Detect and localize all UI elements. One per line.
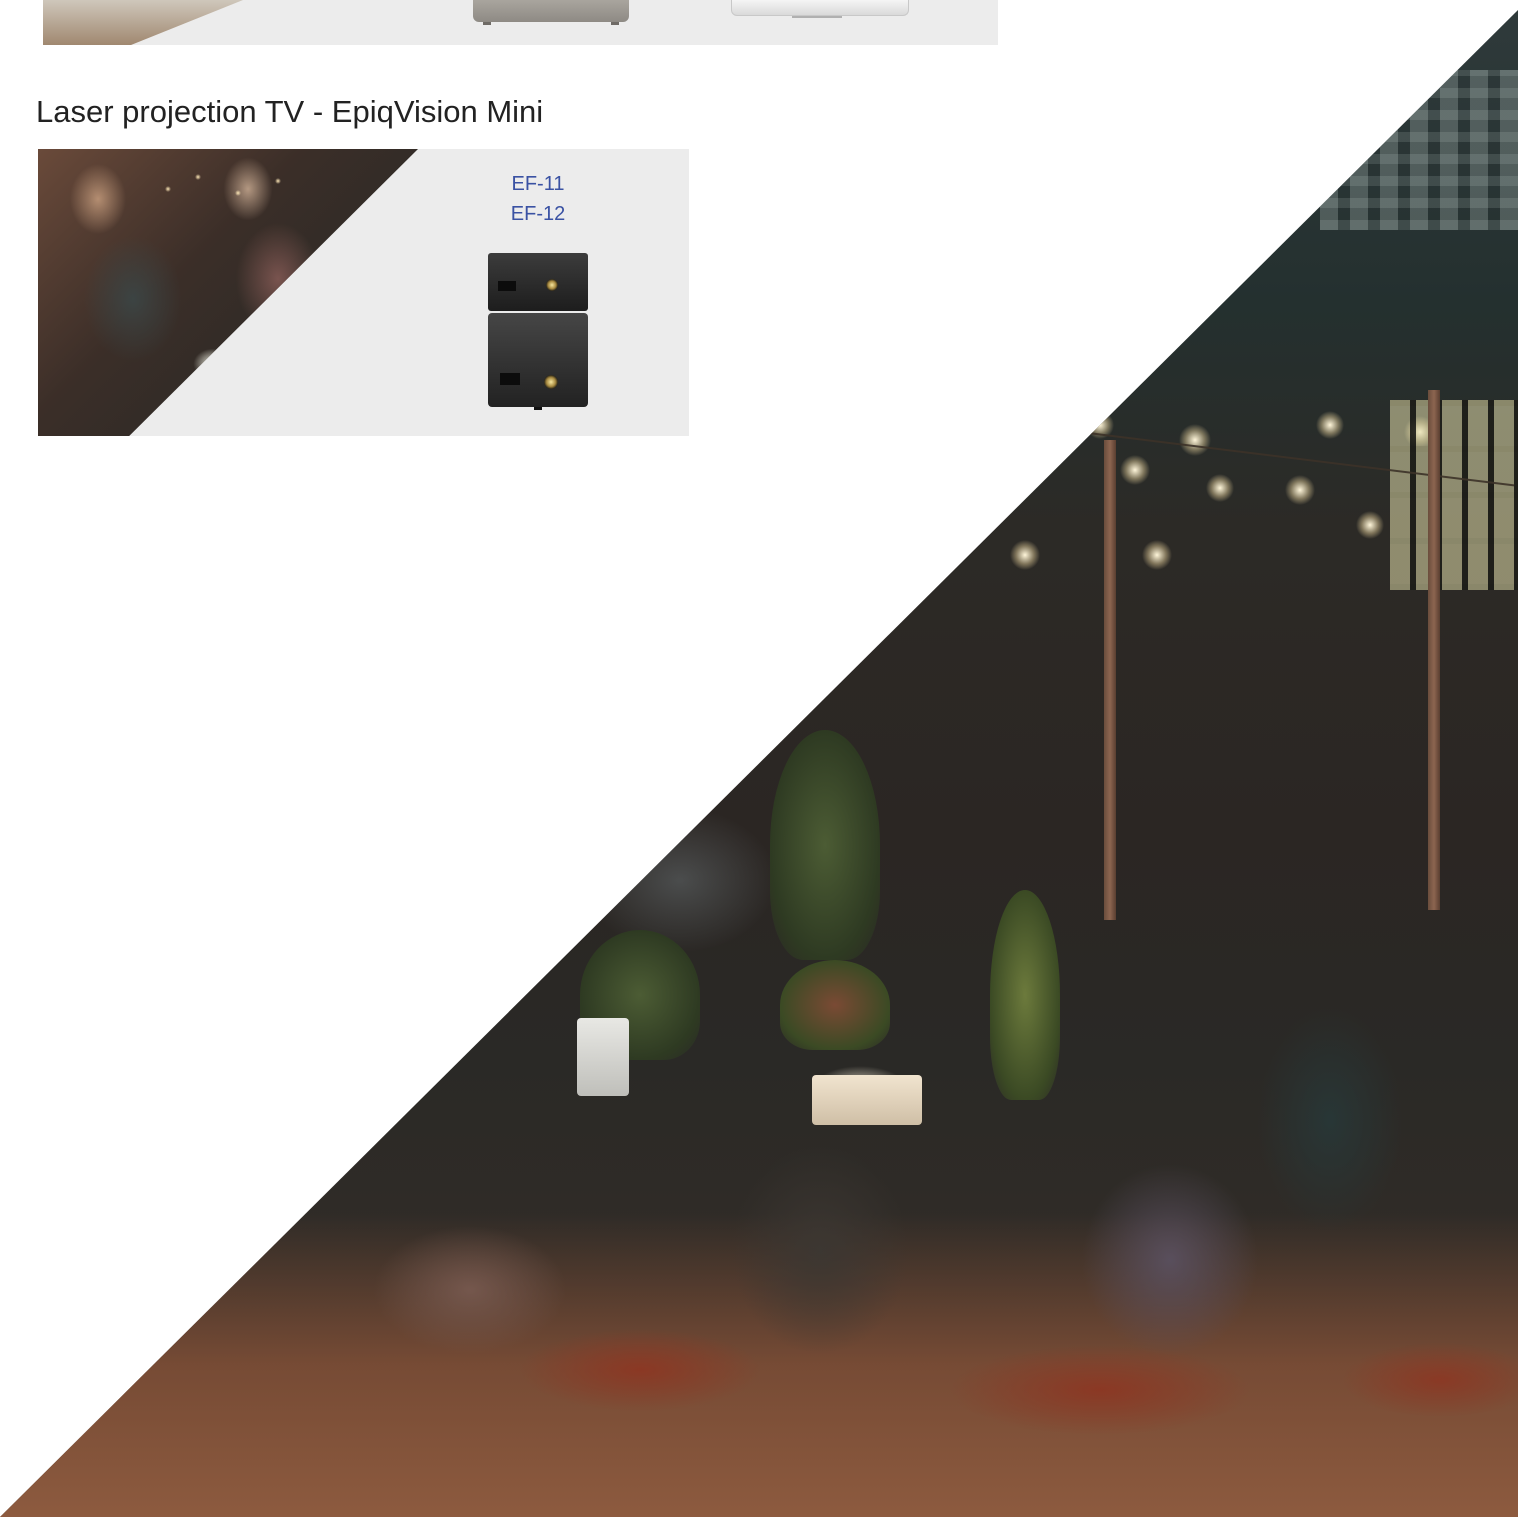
projector-device [812, 1075, 922, 1125]
grey-projector-image[interactable] [473, 0, 629, 25]
projector-lens-icon [544, 375, 558, 389]
lit-windows [1390, 400, 1518, 590]
flower-plant [780, 960, 890, 1050]
projector-lens-icon [546, 279, 558, 291]
potted-plant [770, 730, 880, 960]
wooden-pole [1428, 390, 1440, 910]
section-title: Laser projection TV - EpiqVision Mini [36, 94, 544, 129]
ef-12-projector-image[interactable] [488, 313, 588, 410]
projector-vent [500, 373, 520, 385]
projector-vent [498, 281, 516, 291]
page: Laser projection TV - EpiqVision Mini EF… [0, 0, 1518, 1517]
previous-product-card [43, 0, 998, 45]
epiqvision-mini-card: EF-11 EF-12 [38, 149, 689, 436]
lifestyle-photo [38, 149, 418, 436]
building-windows [1320, 70, 1518, 230]
ef-11-projector-image[interactable] [488, 253, 588, 311]
previous-lifestyle-photo [43, 0, 243, 45]
projector-foot [534, 407, 542, 410]
model-link-ef-11[interactable]: EF-11 [468, 169, 608, 199]
white-projector-image[interactable] [731, 0, 909, 18]
model-link-list: EF-11 EF-12 [468, 169, 608, 229]
string-lights-decoration [158, 159, 308, 219]
speaker-device [577, 1018, 629, 1096]
model-link-ef-12[interactable]: EF-12 [468, 199, 608, 229]
cactus-plant [990, 890, 1060, 1100]
wooden-pole [1104, 440, 1116, 920]
